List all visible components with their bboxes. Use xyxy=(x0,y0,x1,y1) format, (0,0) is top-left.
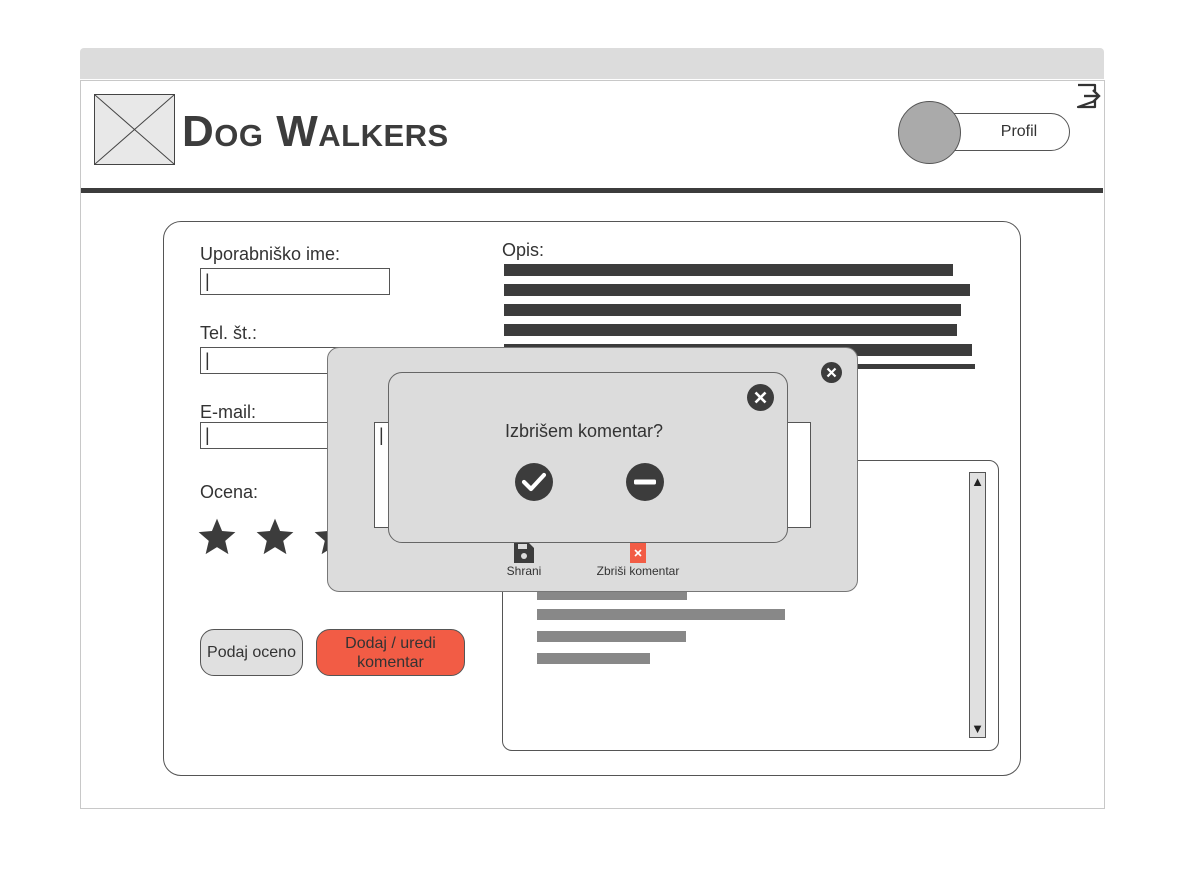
arrow-up-icon[interactable]: ▲ xyxy=(970,474,985,489)
phone-label: Tel. št.: xyxy=(200,323,258,343)
star-icon[interactable] xyxy=(254,516,296,558)
description-label: Opis: xyxy=(502,240,545,260)
description-text-line xyxy=(504,304,961,316)
minus-icon[interactable] xyxy=(625,462,665,502)
comment-text-line xyxy=(537,653,650,664)
browser-top-bar xyxy=(80,48,1104,79)
arrow-down-icon[interactable]: ▼ xyxy=(970,721,985,736)
logout-icon[interactable] xyxy=(1075,82,1103,110)
close-icon[interactable] xyxy=(747,384,774,411)
save-label[interactable]: Shrani xyxy=(494,564,554,578)
rate-button[interactable]: Podaj oceno xyxy=(200,629,303,676)
confirm-question: Izbrišem komentar? xyxy=(504,421,664,441)
star-icon[interactable] xyxy=(196,516,238,558)
comments-scrollbar[interactable]: ▲ ▼ xyxy=(969,472,986,738)
confirm-delete-dialog: Izbrišem komentar? xyxy=(388,372,788,543)
avatar[interactable] xyxy=(898,101,961,164)
description-text-line xyxy=(504,284,970,296)
comment-text-line xyxy=(537,609,785,620)
username-input[interactable]: | xyxy=(200,268,390,295)
description-text-line xyxy=(504,324,957,336)
add-edit-comment-button[interactable]: Dodaj / uredi komentar xyxy=(316,629,465,676)
header-divider xyxy=(81,188,1103,193)
delete-comment-label[interactable]: Zbriši komentar xyxy=(588,564,688,578)
email-label: E-mail: xyxy=(200,402,257,422)
description-text-line xyxy=(504,264,953,276)
comment-text-line xyxy=(537,631,686,642)
username-label: Uporabniško ime: xyxy=(200,244,341,264)
rating-label: Ocena: xyxy=(200,482,259,502)
logo-image-placeholder xyxy=(94,94,175,165)
delete-file-icon[interactable] xyxy=(630,543,646,563)
floppy-disk-icon[interactable] xyxy=(513,542,535,564)
checkmark-icon[interactable] xyxy=(514,462,554,502)
brand-title: Dog Walkers xyxy=(182,107,449,156)
close-icon[interactable] xyxy=(821,362,842,383)
